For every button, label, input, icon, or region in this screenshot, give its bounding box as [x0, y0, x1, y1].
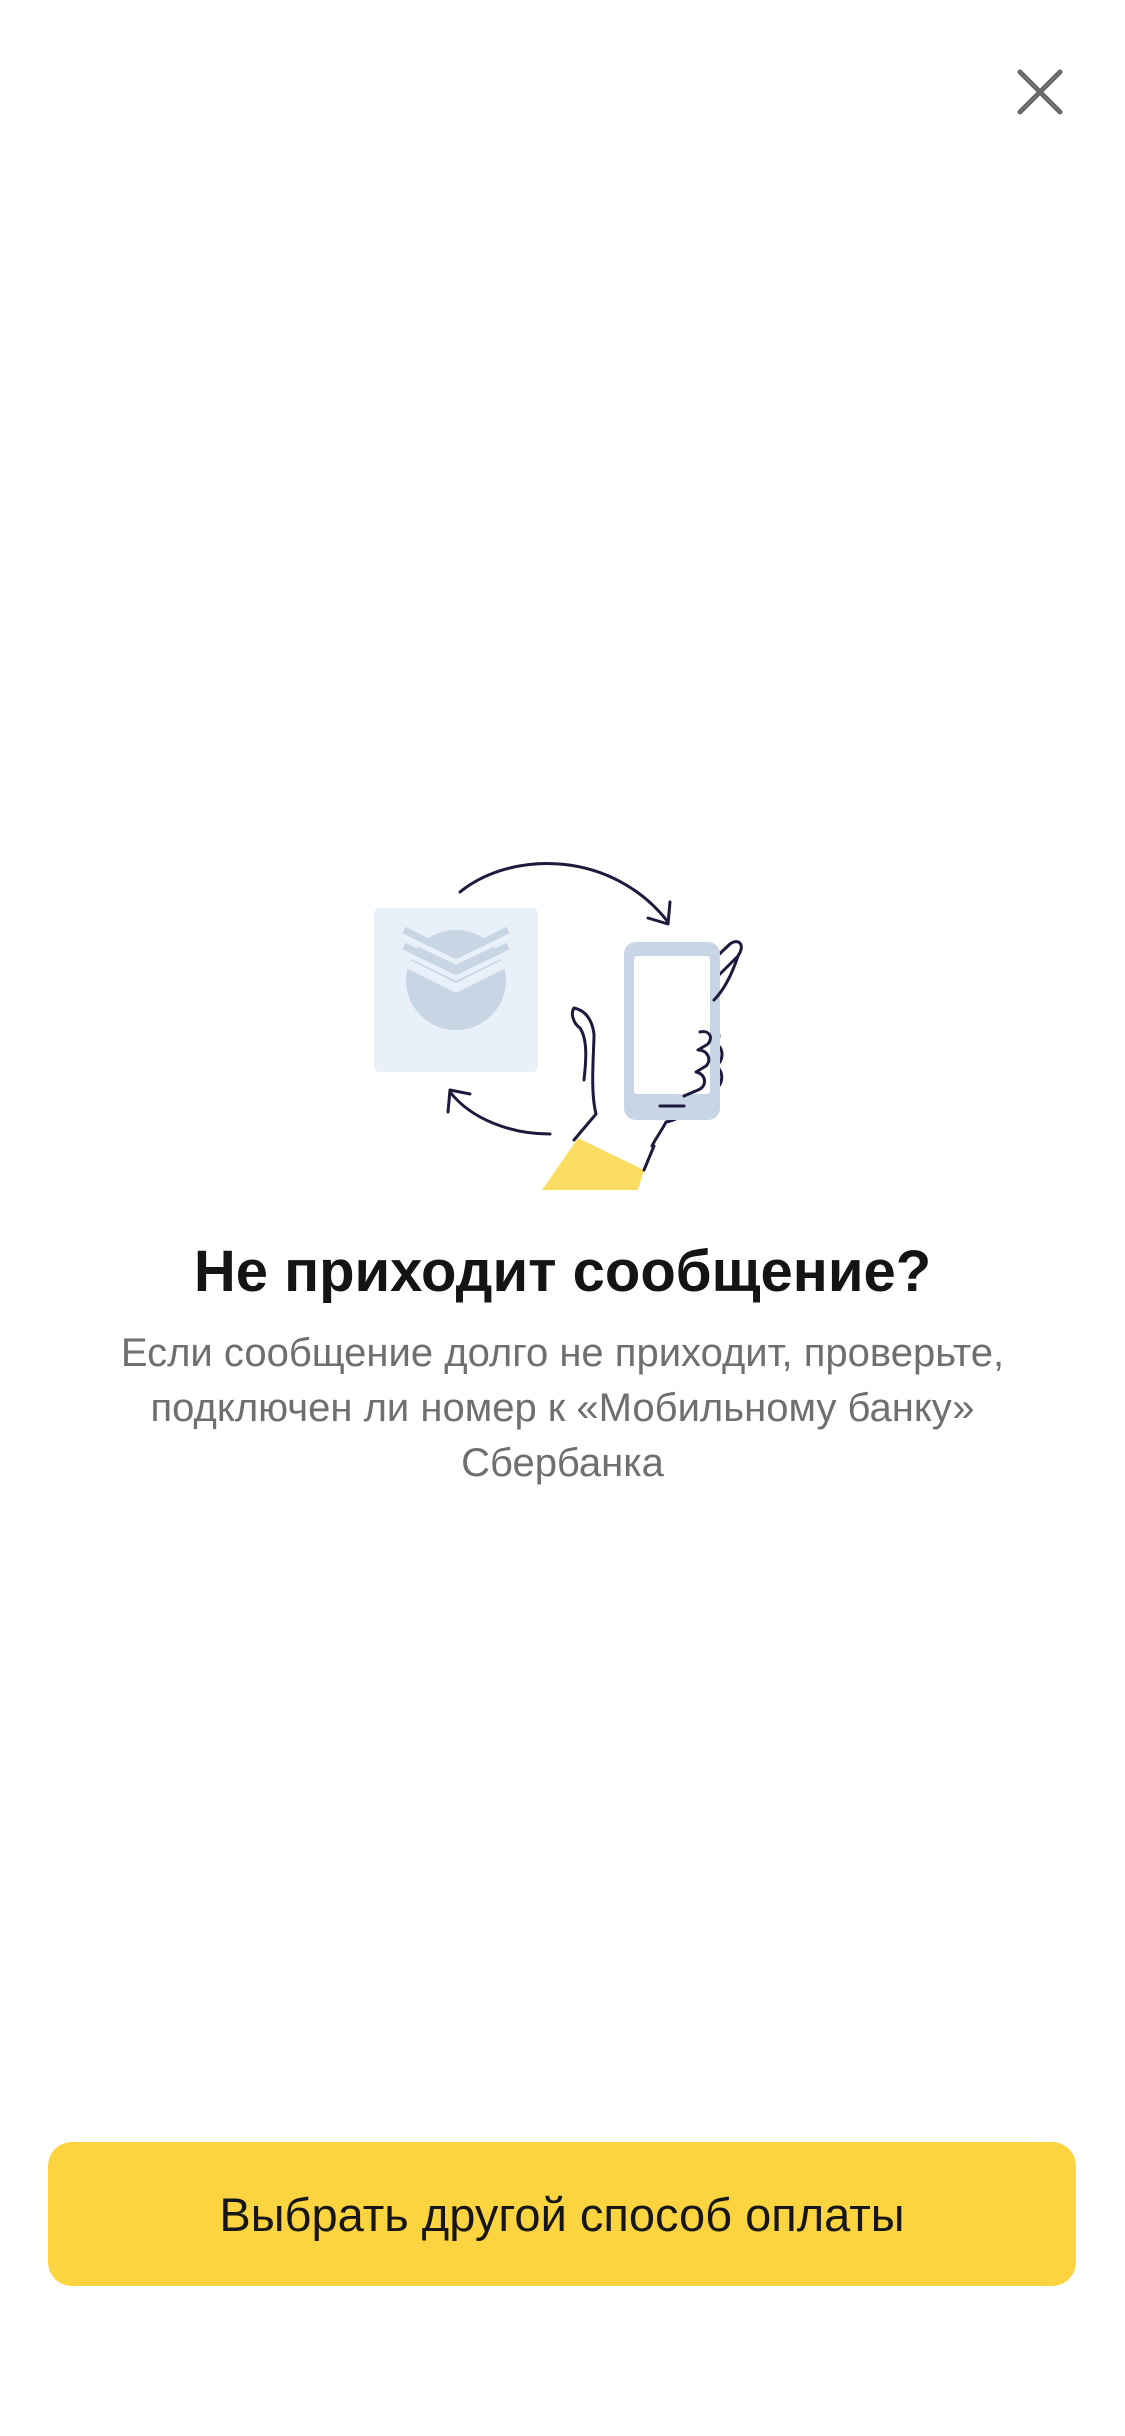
close-icon — [1017, 69, 1063, 115]
sms-illustration — [362, 840, 762, 1200]
message-title: Не приходит сообщение? — [193, 1239, 932, 1304]
close-button[interactable] — [1000, 52, 1080, 132]
sberbank-logo-icon — [374, 908, 538, 1072]
message-body: Если сообщение долго не приходит, провер… — [120, 1331, 1005, 1485]
choose-other-payment-label: Выбрать другой способ оплаты — [219, 2187, 905, 2241]
choose-other-payment-button[interactable]: Выбрать другой способ оплаты — [48, 2142, 1076, 2286]
phone-in-hand-icon — [542, 940, 743, 1190]
